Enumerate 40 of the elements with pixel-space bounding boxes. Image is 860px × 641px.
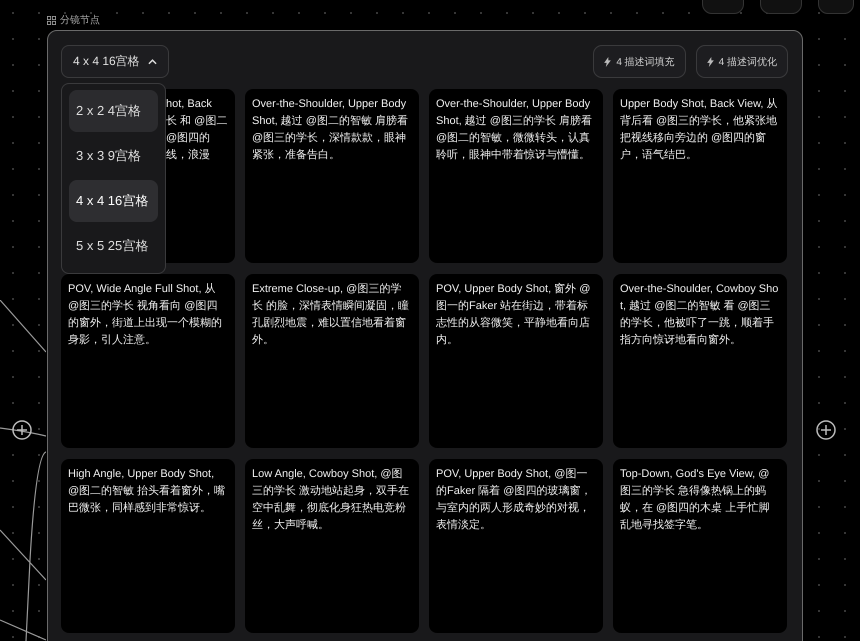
shot-description-line: @图四的 [166,131,210,146]
shot-description: POV, Upper Body Shot, 窗外 @图一的Faker 站在街边，带着标志性的从容微笑，平静地看向店内。 [436,282,592,348]
lightning-icon [706,56,714,66]
shot-card[interactable]: Upper Body Shot, Back View, 从背后看 @图三的学长，他紧张地把视线移向旁边的 @图四的窗户，语气结巴。 [613,89,787,263]
dropdown-option[interactable]: 2 x 2 4宫格 [69,90,158,132]
shot-card[interactable]: Over-the-Shoulder, Cowboy Shot, 越过 @图二的智敏 看 @图三的学长，他被吓了一跳，顺着手指方向惊讶地看向窗外。 [613,274,787,448]
dropdown-option[interactable]: 3 x 3 9宫格 [69,135,158,177]
shot-description: Upper Body Shot, Back View, 从背后看 @图三的学长，他紧张地把视线移向旁边的 @图四的窗户，语气结巴。 [620,97,779,163]
shot-card[interactable]: Over-the-Shoulder, Upper Body Shot, 越过 @图三的学长 肩膀看 @图二的智敏，微微转头，认真聆听，眼神中带着惊讶与懵懂。 [429,89,603,263]
shot-description: Over-the-Shoulder, Upper Body Shot, 越过 @图三的学长 肩膀看 @图二的智敏，微微转头，认真聆听，眼神中带着惊讶与懵懂。 [436,97,594,163]
shot-card[interactable]: Top-Down, God's Eye View, @图三的学长 急得像热锅上的蚂蚁，在 @图四的木桌 上手忙脚乱地寻找签字笔。 [613,459,787,633]
shot-description: Low Angle, Cowboy Shot, @图三的学长 激动地站起身，双手在空中乱舞，彻底化身狂热电竞粉丝，大声呼喊。 [252,467,410,533]
grid-size-dropdown[interactable]: 4 x 4 16宫格 [61,45,169,78]
shot-description: Top-Down, God's Eye View, @图三的学长 急得像热锅上的蚂蚁，在 @图四的木桌 上手忙脚乱地寻找签字笔。 [620,467,770,533]
shot-description: High Angle, Upper Body Shot, @图二的智敏 抬头看着窗外，嘴巴微张，同样感到非常惊讶。 [68,467,226,516]
grid-icon [47,16,56,24]
shot-description-line: hot, Back [166,97,212,112]
shot-description-line: 长 和 @图二 [166,114,228,129]
dropdown-option[interactable]: 4 x 4 16宫格 [69,180,158,222]
shot-card[interactable]: POV, Wide Angle Full Shot, 从 @图三的学长 视角看向 @图四的窗外，街道上出现一个模糊的身影，引人注意。 [61,274,235,448]
shot-card[interactable]: POV, Upper Body Shot, 窗外 @图一的Faker 站在街边，带着标志性的从容微笑，平静地看向店内。 [429,274,603,448]
shot-card[interactable]: Over-the-Shoulder, Upper Body Shot, 越过 @图二的智敏 肩膀看 @图三的学长，深情款款，眼神紧张，准备告白。 [245,89,419,263]
action-button[interactable]: 4 描述词填充 [593,45,686,78]
shot-description-line: 线，浪漫 [166,148,210,163]
dropdown-option[interactable]: 5 x 5 25宫格 [69,225,158,267]
shot-card[interactable]: Low Angle, Cowboy Shot, @图三的学长 激动地站起身，双手在空中乱舞，彻底化身狂热电竞粉丝，大声呼喊。 [245,459,419,633]
action-button[interactable]: 4 描述词优化 [696,45,788,78]
shot-card[interactable]: High Angle, Upper Body Shot, @图二的智敏 抬头看着窗外，嘴巴微张，同样感到非常惊讶。 [61,459,235,633]
shot-card[interactable]: POV, Upper Body Shot, @图一的Faker 隔着 @图四的玻璃窗，与室内的两人形成奇妙的对视，表情淡定。 [429,459,603,633]
shot-description: Extreme Close-up, @图三的学长 的脸，深情表情瞬间凝固，瞳孔剧烈地震，难以置信地看着窗外。 [252,282,410,348]
shot-card[interactable]: Extreme Close-up, @图三的学长 的脸，深情表情瞬间凝固，瞳孔剧烈地震，难以置信地看着窗外。 [245,274,419,448]
shot-description: POV, Upper Body Shot, @图一的Faker 隔着 @图四的玻璃窗，与室内的两人形成奇妙的对视，表情淡定。 [436,467,592,533]
shot-description: Over-the-Shoulder, Upper Body Shot, 越过 @图二的智敏 肩膀看 @图三的学长，深情款款，眼神紧张，准备告白。 [252,97,410,163]
add-icon[interactable] [816,420,836,440]
caret-icon [148,58,157,64]
lightning-icon [604,56,612,66]
shot-description: Over-the-Shoulder, Cowboy Shot, 越过 @图二的智敏 看 @图三的学长，他被吓了一跳，顺着手指方向惊讶地看向窗外。 [620,282,780,348]
add-icon[interactable] [12,420,32,440]
shot-description: POV, Wide Angle Full Shot, 从 @图三的学长 视角看向 @图四的窗外，街道上出现一个模糊的身影，引人注意。 [68,282,223,348]
node-title: 分镜节点 [60,14,100,27]
